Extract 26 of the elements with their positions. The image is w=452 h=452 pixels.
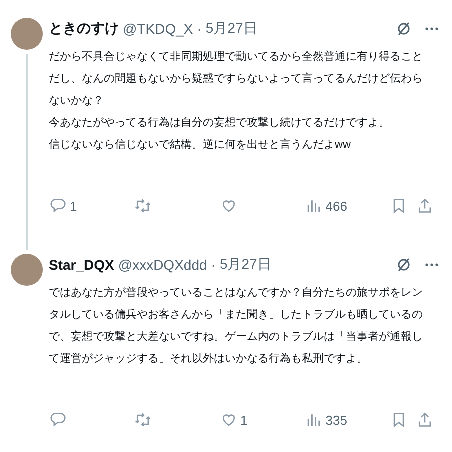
avatar[interactable] <box>11 254 43 286</box>
post-text: 今あなたがやってる行為は自分の妄想で攻撃し続けてるだけですよ。 <box>49 116 391 131</box>
reply-icon[interactable] <box>49 197 67 215</box>
separator-dot: · <box>211 257 216 273</box>
post-text: ではあなた方が普段やっていることはなんですか？自分たちの旅サポをレンタルしている傭兵やお客さんから「また聞き」したトラブルも晒しているので、妄想で攻撃と大差ないですね。ゲーム内のトラブルは「当事者が通報して運営がジャッジする」それ以外はいかなる行為も私刑ですよ。 <box>49 286 424 367</box>
share-icon[interactable] <box>416 411 434 429</box>
post-text: だから不具合じゃなくて非同期処理で動いてるから全然普通に有り得ることだし、なんの問題もないから疑惑ですらないよって言ってるんだけど伝わらないかな？ <box>49 50 424 109</box>
post-date[interactable]: 5月27日 <box>206 20 258 38</box>
user-handle[interactable]: @TKDQ_X <box>123 21 194 37</box>
user-name[interactable]: ときのすけ <box>49 20 119 38</box>
more-icon[interactable] <box>424 262 440 268</box>
separator-dot: · <box>197 21 202 37</box>
view-count[interactable]: 466 <box>326 198 348 214</box>
more-icon[interactable] <box>424 26 440 32</box>
share-icon[interactable] <box>416 197 434 215</box>
reply-count[interactable]: 1 <box>70 198 78 214</box>
repost-icon[interactable] <box>134 197 152 215</box>
user-name[interactable]: Star_DQX <box>49 257 114 273</box>
avatar[interactable] <box>11 18 43 50</box>
like-count[interactable]: 1 <box>240 412 248 428</box>
user-handle[interactable]: @xxxDQXddd <box>118 257 208 273</box>
post-date[interactable]: 5月27日 <box>220 256 272 274</box>
reply-icon[interactable] <box>49 411 67 429</box>
repost-icon[interactable] <box>134 411 152 429</box>
view-count[interactable]: 335 <box>326 412 348 428</box>
post-text: 信じないなら信じないで結構。逆に何を出せと言うんだよww <box>49 138 352 153</box>
